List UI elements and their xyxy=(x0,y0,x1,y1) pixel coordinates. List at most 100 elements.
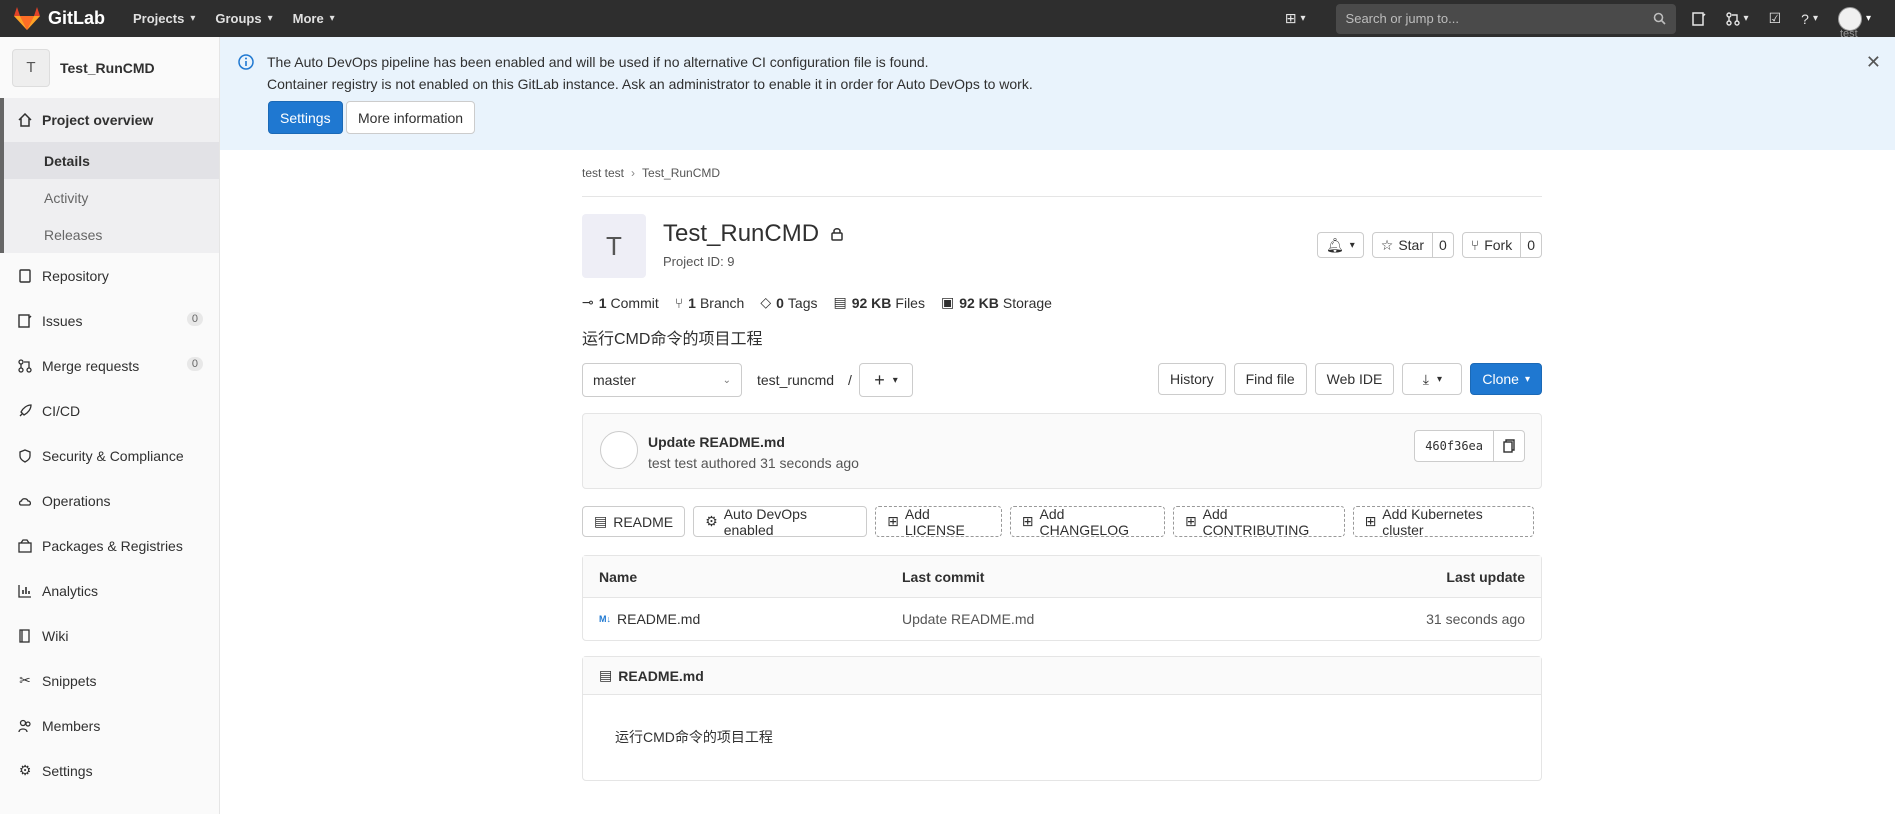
history-button[interactable]: History xyxy=(1158,363,1226,395)
breadcrumb-project[interactable]: Test_RunCMD xyxy=(642,166,720,180)
column-name: Name xyxy=(599,568,638,585)
groups-menu[interactable]: Groups ▾ xyxy=(215,11,272,26)
readme-header: ▤ README.md xyxy=(583,657,1541,695)
file-last-update: 31 seconds ago xyxy=(1426,611,1525,627)
pill-label: Add CHANGELOG xyxy=(1039,505,1129,538)
sidebar-subitem-activity[interactable]: Activity xyxy=(0,179,219,216)
table-row[interactable]: M↓ README.md Update README.md 31 seconds … xyxy=(583,598,1541,640)
pill-label: README xyxy=(613,513,674,530)
find-file-button[interactable]: Find file xyxy=(1233,363,1307,395)
sidebar-item-settings[interactable]: ⚙ Settings xyxy=(0,748,219,793)
sidebar-item-merge-requests[interactable]: Merge requests 0 xyxy=(0,343,219,388)
sidebar-item-wiki[interactable]: Wiki xyxy=(0,613,219,658)
sidebar-item-label: Packages & Registries xyxy=(42,537,183,554)
star-button[interactable]: ☆ Star 0 xyxy=(1371,232,1454,258)
home-icon xyxy=(18,113,32,127)
info-icon xyxy=(238,54,254,70)
auto-devops-button[interactable]: ⚙ Auto DevOps enabled xyxy=(693,505,868,538)
settings-button[interactable]: Settings xyxy=(268,101,343,134)
fork-button[interactable]: ⑂ Fork 0 xyxy=(1461,232,1542,258)
chevron-down-icon: ▾ xyxy=(1812,13,1818,24)
page-title: Test_RunCMD xyxy=(663,220,843,248)
projects-menu[interactable]: Projects ▾ xyxy=(133,11,195,26)
commit-sha-group: 460f36ea xyxy=(1414,430,1525,462)
banner-message-registry: Container registry is not enabled on thi… xyxy=(267,76,1033,92)
readme-title[interactable]: README.md xyxy=(618,668,704,684)
branch-select[interactable]: master ⌄ xyxy=(582,363,742,397)
sidebar-item-issues[interactable]: Issues 0 xyxy=(0,298,219,343)
clone-label: Clone xyxy=(1482,371,1519,387)
repo-path-root[interactable]: test_runcmd xyxy=(757,372,834,388)
sidebar-item-security[interactable]: Security & Compliance xyxy=(0,433,219,478)
notification-dropdown[interactable]: 🔔︎ ▾ xyxy=(1316,232,1364,258)
chevron-down-icon: ▾ xyxy=(1349,239,1355,251)
sidebar-subitem-releases[interactable]: Releases xyxy=(0,216,219,253)
commit-title[interactable]: Update README.md xyxy=(648,434,785,450)
branch-icon: ⑂ xyxy=(674,294,684,311)
sidebar-item-snippets[interactable]: ✂ Snippets xyxy=(0,658,219,703)
sidebar-item-label: Settings xyxy=(42,762,93,779)
star-icon: ☆ xyxy=(1380,236,1394,253)
copy-icon[interactable] xyxy=(1494,431,1524,461)
sidebar-project-header[interactable]: T Test_RunCMD xyxy=(0,37,219,98)
new-item-dropdown[interactable]: ⊞ ▾ xyxy=(1285,10,1306,27)
more-menu[interactable]: More ▾ xyxy=(293,11,335,26)
sidebar-item-repository[interactable]: Repository xyxy=(0,253,219,298)
close-icon[interactable]: ✕ xyxy=(1866,52,1881,73)
search-placeholder: Search or jump to... xyxy=(1345,11,1459,26)
download-icon: ⤓ xyxy=(1422,370,1429,387)
sidebar-item-operations[interactable]: Operations xyxy=(0,478,219,523)
todos-shortcut[interactable]: ☑ xyxy=(1769,10,1782,27)
sidebar-item-ci-cd[interactable]: CI/CD xyxy=(0,388,219,433)
divider xyxy=(582,196,1542,197)
sidebar-item-label: Operations xyxy=(42,492,111,509)
pill-label: Add Kubernetes cluster xyxy=(1382,505,1483,538)
sidebar-item-project-overview[interactable]: Project overview xyxy=(0,98,219,142)
search-input[interactable]: Search or jump to... xyxy=(1335,3,1676,34)
pill-label: Auto DevOps enabled xyxy=(723,505,807,538)
stat-label: Files xyxy=(895,294,925,311)
chevron-down-icon: ▾ xyxy=(1865,13,1871,24)
readme-panel: ▤ README.md 运行CMD命令的项目工程 xyxy=(582,656,1542,781)
file-table-header: Name Last commit Last update xyxy=(583,556,1541,598)
gear-icon: ⚙ xyxy=(705,513,718,529)
file-table: Name Last commit Last update M↓ README.md… xyxy=(582,555,1542,641)
stat-commits[interactable]: ⊸ 1 Commit xyxy=(582,294,659,311)
add-contributing-button[interactable]: ⊞ Add CONTRIBUTING xyxy=(1172,506,1345,538)
disk-icon: ▣ xyxy=(940,294,955,310)
sidebar-item-members[interactable]: Members xyxy=(0,703,219,748)
stat-tags[interactable]: ◇ 0 Tags xyxy=(760,294,817,311)
sidebar-subitem-details[interactable]: Details xyxy=(0,142,219,179)
sidebar-item-analytics[interactable]: Analytics xyxy=(0,568,219,613)
add-license-button[interactable]: ⊞ Add LICENSE xyxy=(875,506,1002,538)
add-changelog-button[interactable]: ⊞ Add CHANGELOG xyxy=(1009,505,1165,538)
file-last-commit[interactable]: Update README.md xyxy=(902,611,1302,627)
stat-branches[interactable]: ⑂ 1 Branch xyxy=(675,294,745,311)
star-count[interactable]: 0 xyxy=(1432,233,1453,257)
commit-sha[interactable]: 460f36ea xyxy=(1415,431,1494,461)
banner-message-pipeline: The Auto DevOps pipeline has been enable… xyxy=(267,54,929,70)
merge-requests-shortcut[interactable]: ▾ xyxy=(1725,11,1749,26)
rocket-icon xyxy=(18,403,32,418)
file-name[interactable]: README.md xyxy=(617,611,700,627)
path-separator: / xyxy=(847,372,852,388)
avatar[interactable] xyxy=(600,431,638,469)
sidebar-item-packages[interactable]: Packages & Registries xyxy=(0,523,219,568)
breadcrumb-group[interactable]: test test xyxy=(582,166,624,180)
fork-count[interactable]: 0 xyxy=(1520,233,1541,257)
issues-shortcut[interactable] xyxy=(1691,11,1706,26)
sidebar: T Test_RunCMD Project overview Details A… xyxy=(0,37,220,814)
clone-dropdown[interactable]: Clone ▾ xyxy=(1470,363,1542,395)
commit-meta: test test authored 31 seconds ago xyxy=(648,455,859,471)
web-ide-button[interactable]: Web IDE xyxy=(1314,363,1395,395)
user-menu[interactable]: ▾ test xyxy=(1837,6,1871,39)
help-dropdown[interactable]: ? ▾ xyxy=(1801,11,1818,27)
gitlab-logo[interactable]: GitLab xyxy=(14,6,105,31)
chevron-down-icon: ▾ xyxy=(267,13,273,24)
stat-files[interactable]: ▤ 92 KB Files xyxy=(833,294,924,311)
add-kubernetes-cluster-button[interactable]: ⊞ Add Kubernetes cluster xyxy=(1352,505,1534,538)
more-information-button[interactable]: More information xyxy=(346,101,476,134)
download-dropdown[interactable]: ⤓ ▾ xyxy=(1402,363,1463,395)
add-to-tree-dropdown[interactable]: + ▾ xyxy=(859,363,913,397)
readme-button[interactable]: ▤ README xyxy=(582,506,686,537)
